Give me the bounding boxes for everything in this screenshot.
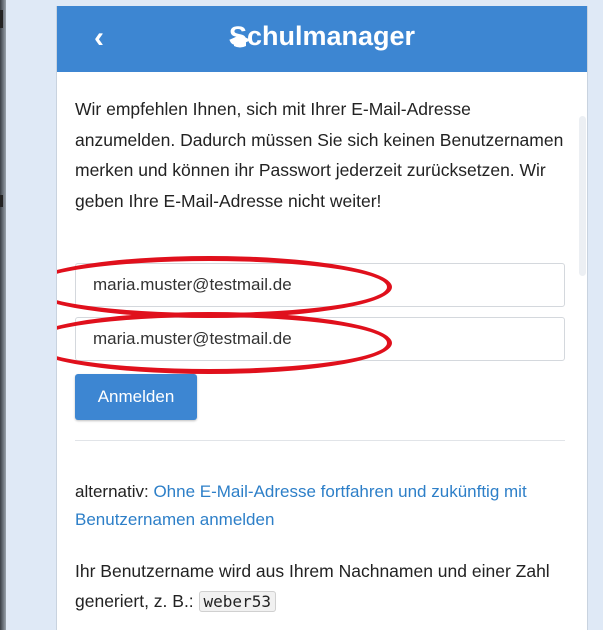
alternative-text: alternativ: Ohne E-Mail-Adresse fortfahr… xyxy=(75,478,570,534)
divider xyxy=(75,440,565,441)
alternative-prefix: alternativ: xyxy=(75,482,154,501)
app-title: Schulmanager xyxy=(228,21,416,51)
example-username: weber53 xyxy=(198,591,276,612)
edge-marker xyxy=(0,10,3,28)
app-screen: ‹ Schulmanager Wir empfehlen Ihnen, sich… xyxy=(56,6,588,630)
scrollbar[interactable] xyxy=(579,116,586,276)
login-button[interactable]: Anmelden xyxy=(75,374,197,420)
username-info-text: Ihr Benutzername wird aus Ihrem Nachname… xyxy=(75,561,550,611)
username-info: Ihr Benutzername wird aus Ihrem Nachname… xyxy=(75,556,575,617)
intro-text: Wir empfehlen Ihnen, sich mit Ihrer E-Ma… xyxy=(75,99,564,211)
email-confirm-field[interactable] xyxy=(75,317,565,361)
email-field[interactable] xyxy=(75,263,565,307)
window-edge xyxy=(0,0,6,630)
app-logo: Schulmanager xyxy=(57,21,587,52)
top-bar: ‹ Schulmanager xyxy=(57,6,587,72)
edge-marker xyxy=(0,195,3,207)
